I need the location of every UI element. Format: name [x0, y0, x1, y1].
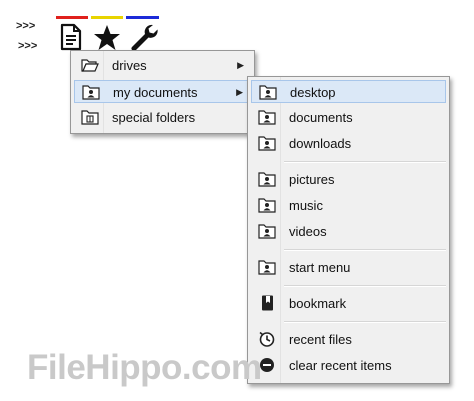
menu-item-bookmark[interactable]: bookmark: [251, 292, 446, 315]
menu-item-label: documents: [289, 110, 353, 125]
user-folder-icon: [259, 84, 277, 100]
red-color-bar: [56, 16, 88, 19]
user-folder-icon: [258, 197, 276, 213]
user-folder-icon: [258, 171, 276, 187]
document-icon[interactable]: [58, 22, 84, 52]
clock-icon: [258, 331, 276, 347]
filehippo-watermark: FileHippo.com: [27, 348, 262, 387]
menu-item-videos[interactable]: videos: [251, 220, 446, 243]
menu-item-start-menu[interactable]: start menu: [251, 256, 446, 279]
menu-item-label: music: [289, 198, 323, 213]
menu-item-my-documents[interactable]: my documents ▶: [74, 80, 251, 103]
user-folder-icon: [258, 109, 276, 125]
main-menu: drives ▶ my documents ▶ special folders: [70, 50, 255, 134]
menu-item-label: drives: [112, 58, 147, 73]
user-folder-icon: [258, 135, 276, 151]
menu-item-label: pictures: [289, 172, 335, 187]
menu-item-label: clear recent items: [289, 358, 392, 373]
user-folder-icon: [258, 259, 276, 275]
menu-item-label: recent files: [289, 332, 352, 347]
menu-item-label: start menu: [289, 260, 351, 275]
special-folder-icon: [81, 109, 99, 125]
arrow-indicator-bottom: >>>: [18, 40, 38, 52]
bookmark-icon: [258, 295, 276, 311]
user-folder-icon: [82, 84, 100, 100]
menu-item-special-folders[interactable]: special folders: [74, 106, 251, 129]
menu-item-pictures[interactable]: pictures: [251, 168, 446, 191]
submenu-arrow-icon: ▶: [237, 60, 244, 70]
menu-item-label: downloads: [289, 136, 352, 151]
star-icon[interactable]: [93, 22, 120, 52]
user-folder-icon: [258, 223, 276, 239]
menu-item-label: videos: [289, 224, 327, 239]
submenu-arrow-icon: ▶: [236, 87, 243, 97]
blue-color-bar: [126, 16, 159, 19]
yellow-color-bar: [91, 16, 123, 19]
menu-item-label: my documents: [113, 85, 198, 100]
open-folder-icon: [81, 57, 99, 73]
menu-item-music[interactable]: music: [251, 194, 446, 217]
wrench-icon[interactable]: [128, 22, 158, 52]
menu-item-label: bookmark: [289, 296, 347, 311]
menu-item-downloads[interactable]: downloads: [251, 132, 446, 155]
menu-item-label: special folders: [112, 110, 196, 125]
menu-item-drives[interactable]: drives ▶: [74, 54, 251, 77]
menu-item-recent-files[interactable]: recent files: [251, 328, 446, 351]
my-documents-submenu: desktop documents downloads pictures mus…: [247, 76, 450, 384]
menu-item-clear-recent-items[interactable]: clear recent items: [251, 354, 446, 377]
menu-item-desktop[interactable]: desktop: [251, 80, 446, 103]
menu-item-label: desktop: [290, 85, 336, 100]
arrow-indicator-top: >>>: [16, 20, 36, 32]
menu-item-documents[interactable]: documents: [251, 106, 446, 129]
